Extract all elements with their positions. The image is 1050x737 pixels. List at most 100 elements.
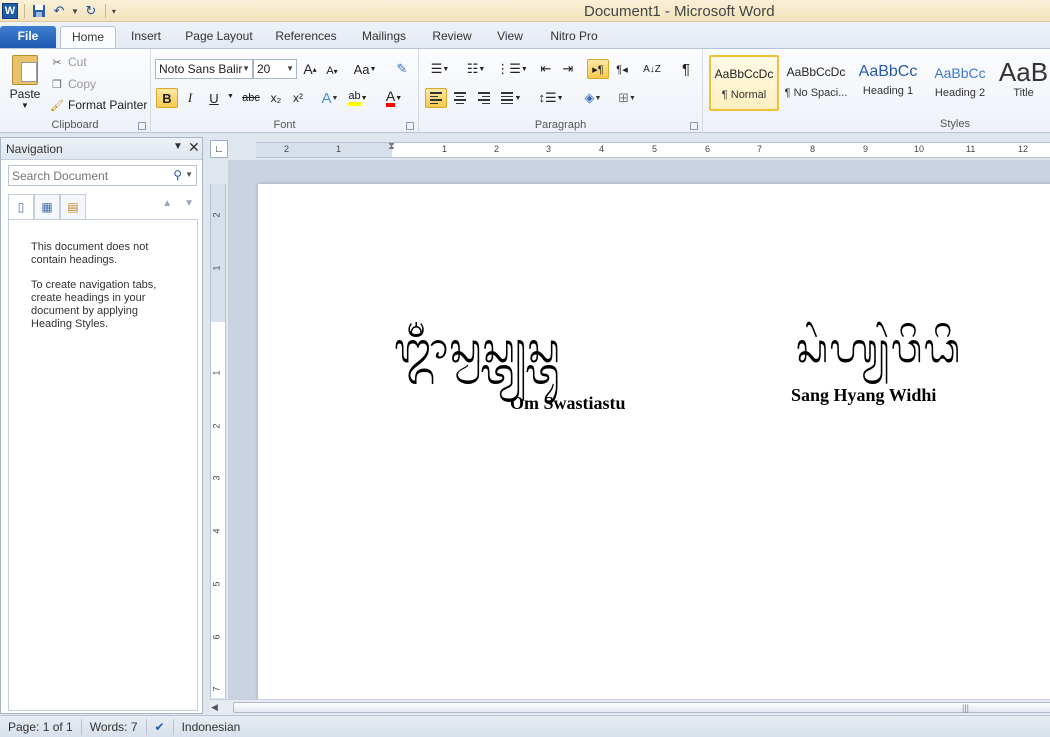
- latin-text-om-swastiastu[interactable]: Om Swastiastu: [510, 393, 626, 414]
- underline-button[interactable]: U: [203, 88, 225, 108]
- language-status[interactable]: Indonesian: [174, 719, 249, 735]
- show-hide-pilcrow-button[interactable]: ¶: [675, 59, 697, 79]
- justify-icon[interactable]: ▼: [497, 88, 525, 108]
- grow-font-button[interactable]: A ▴: [299, 59, 321, 79]
- tab-mailings[interactable]: Mailings: [354, 26, 414, 48]
- tab-pages[interactable]: ▦: [34, 194, 60, 220]
- clipboard-dialog-launcher-icon[interactable]: [138, 122, 146, 130]
- tab-nitro-pro[interactable]: Nitro Pro: [542, 26, 606, 48]
- tab-references[interactable]: References: [270, 26, 342, 48]
- scrollbar-thumb[interactable]: |||: [233, 702, 1050, 713]
- scrollbar-grip-icon: |||: [962, 703, 970, 713]
- style-title[interactable]: AaB Title: [997, 55, 1050, 111]
- paste-button[interactable]: Paste ▼: [8, 55, 42, 115]
- font-color-button[interactable]: A ▼: [383, 88, 405, 108]
- copy-button[interactable]: ❐ Copy: [50, 75, 96, 93]
- vertical-ruler[interactable]: 2 1 1 2 3 4 5 6 7: [210, 184, 226, 698]
- style-normal[interactable]: AaBbCcDc ¶ Normal: [709, 55, 779, 111]
- align-left-icon[interactable]: [425, 88, 447, 108]
- align-right-icon[interactable]: [473, 88, 495, 108]
- page-count-status[interactable]: Page: 1 of 1: [0, 718, 82, 735]
- navigation-arrows: ▲ ▼: [162, 198, 194, 209]
- customize-qat-icon[interactable]: ▾: [112, 7, 116, 16]
- bold-button[interactable]: B: [156, 88, 178, 108]
- format-painter-button[interactable]: 🖌 Format Painter: [50, 96, 147, 114]
- tab-review[interactable]: Review: [426, 26, 478, 48]
- balinese-text-om-swastiastu[interactable]: ᬒᬁᬲ᭄ᬯᬲ᭄ᬢ᭄ᬬᬲ᭄ᬢᬸ: [394, 320, 561, 392]
- search-input[interactable]: [9, 166, 159, 185]
- shrink-font-button[interactable]: A ▾: [321, 61, 343, 81]
- undo-icon[interactable]: ↶: [51, 3, 67, 19]
- align-center-icon[interactable]: [449, 88, 471, 108]
- close-icon[interactable]: ✕: [188, 139, 200, 156]
- font-size-select[interactable]: 20 ▼: [253, 59, 297, 79]
- save-icon[interactable]: [31, 3, 47, 19]
- document-area: ᬒᬁᬲ᭄ᬯᬲ᭄ᬢ᭄ᬬᬲ᭄ᬢᬸ ᬲᬂᬳ᭄ᬬᬂᬯᬶᬥᬶ Om Swastiastu …: [228, 160, 1050, 700]
- tab-headings[interactable]: ▯: [8, 194, 34, 220]
- balinese-text-sang-hyang-widhi[interactable]: ᬲᬂᬳ᭄ᬬᬂᬯᬶᬥᬶ: [796, 320, 961, 392]
- font-dialog-launcher-icon[interactable]: [406, 122, 414, 130]
- underline-dropdown-icon[interactable]: ▼: [227, 93, 234, 100]
- italic-button[interactable]: I: [179, 88, 201, 108]
- word-logo-icon[interactable]: W: [2, 3, 18, 19]
- increase-indent-icon[interactable]: ⇥: [557, 59, 579, 79]
- highlight-color-button[interactable]: ab ▼: [347, 88, 369, 108]
- search-dropdown-icon[interactable]: ▼: [185, 170, 193, 179]
- style-heading-2[interactable]: AaBbCc Heading 2: [925, 55, 995, 111]
- shading-icon[interactable]: ◈ ▼: [579, 88, 607, 108]
- font-name-select[interactable]: Noto Sans Balir ▼: [155, 59, 253, 79]
- undo-dropdown-icon[interactable]: ▼: [71, 7, 79, 16]
- right-to-left-icon[interactable]: ¶◂: [611, 59, 633, 79]
- redo-icon[interactable]: ↻: [83, 3, 99, 19]
- pane-options-icon[interactable]: ▼: [173, 141, 183, 152]
- left-to-right-icon[interactable]: ▸¶: [587, 59, 609, 79]
- ruler-mark: 2: [284, 144, 290, 154]
- text-effects-button[interactable]: A ▼: [319, 88, 341, 108]
- sort-icon[interactable]: A↓Z: [641, 59, 663, 79]
- latin-text-sang-hyang-widhi[interactable]: Sang Hyang Widhi: [791, 385, 936, 406]
- horizontal-scrollbar[interactable]: ◀ |||: [209, 699, 1050, 715]
- bullets-icon[interactable]: ☰ ▼: [425, 59, 455, 79]
- tab-file[interactable]: File: [0, 26, 56, 48]
- borders-icon[interactable]: ⊞ ▼: [613, 88, 641, 108]
- tab-page-layout[interactable]: Page Layout: [180, 26, 258, 48]
- tab-home[interactable]: Home: [60, 26, 116, 48]
- cut-button[interactable]: ✂ Cut: [50, 53, 86, 71]
- numbering-icon[interactable]: ☷ ▼: [461, 59, 491, 79]
- line-spacing-icon[interactable]: ↕☰ ▼: [537, 88, 565, 108]
- proofing-check-icon: ✔: [154, 719, 165, 734]
- scroll-left-icon[interactable]: ◀: [211, 702, 218, 713]
- ruler-mark: 5: [211, 581, 222, 587]
- ruler-mark: 4: [599, 144, 605, 154]
- paste-dropdown-icon[interactable]: ▼: [8, 101, 42, 110]
- tab-view[interactable]: View: [490, 26, 530, 48]
- subscript-button[interactable]: x₂: [265, 88, 287, 108]
- horizontal-ruler[interactable]: 2 1 ⧗ 1 2 3 4 5 6 7 8 9 10 11 12: [256, 141, 1050, 158]
- font-size-dropdown-icon[interactable]: ▼: [286, 60, 294, 78]
- ruler-left-margin: [256, 143, 392, 157]
- tab-insert[interactable]: Insert: [122, 26, 170, 48]
- next-heading-icon[interactable]: ▼: [184, 198, 194, 209]
- clear-formatting-icon[interactable]: ✎: [391, 59, 413, 79]
- multilevel-list-icon[interactable]: ⋮☰ ▼: [496, 59, 528, 79]
- paragraph-dialog-launcher-icon[interactable]: [690, 122, 698, 130]
- style-heading-1[interactable]: AaBbCc Heading 1: [853, 55, 923, 111]
- decrease-indent-icon[interactable]: ⇤: [535, 59, 557, 79]
- strikethrough-button[interactable]: abc: [238, 88, 264, 108]
- tab-results[interactable]: ▤: [60, 194, 86, 220]
- superscript-button[interactable]: x²: [287, 88, 309, 108]
- navigation-body: This document does not contain headings.…: [8, 219, 198, 711]
- search-icon[interactable]: ⚲: [173, 168, 182, 182]
- font-name-dropdown-icon[interactable]: ▼: [242, 60, 250, 78]
- qat-separator: [104, 4, 106, 18]
- proofing-status[interactable]: ✔: [147, 718, 174, 735]
- document-page[interactable]: ᬒᬁᬲ᭄ᬯᬲ᭄ᬢ᭄ᬬᬲ᭄ᬢᬸ ᬲᬂᬳ᭄ᬬᬂᬯᬶᬥᬶ Om Swastiastu …: [258, 184, 1050, 700]
- style-no-spacing[interactable]: AaBbCcDc ¶ No Spaci...: [781, 55, 851, 111]
- previous-heading-icon[interactable]: ▲: [162, 198, 172, 209]
- word-count-status[interactable]: Words: 7: [82, 718, 147, 735]
- change-case-button[interactable]: Aa ▼: [351, 59, 379, 79]
- ruler-mark: 8: [810, 144, 816, 154]
- indent-marker-icon[interactable]: ⧗: [388, 141, 395, 152]
- tab-selector-button[interactable]: ∟: [210, 140, 228, 158]
- style-no-spacing-label: ¶ No Spaci...: [784, 87, 848, 99]
